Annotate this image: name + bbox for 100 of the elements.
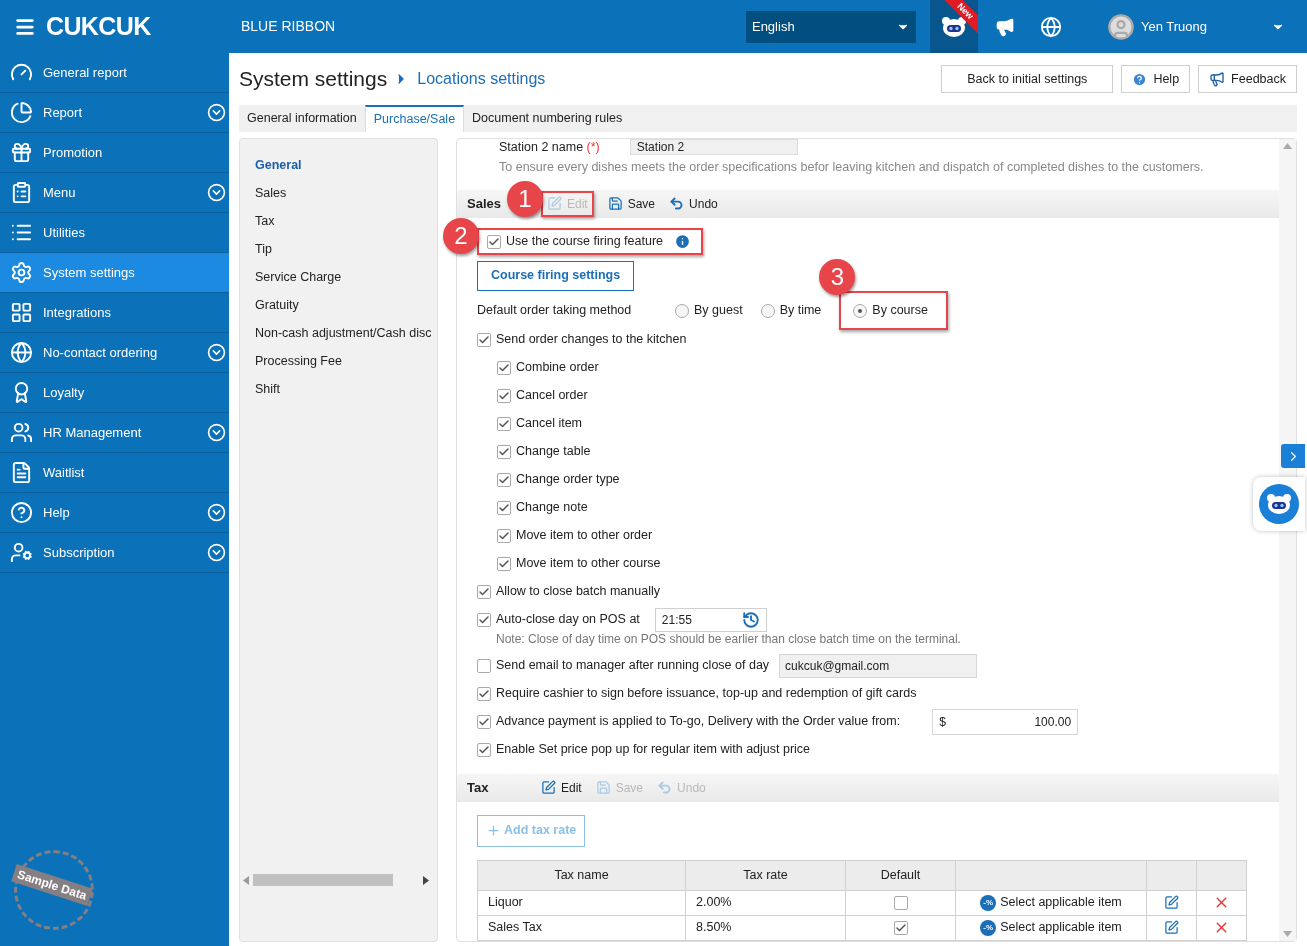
option-label: Move item to other course: [516, 555, 661, 573]
checkbox[interactable]: [497, 500, 511, 515]
scrollbar-thumb[interactable]: [253, 874, 393, 886]
course-firing-settings-button[interactable]: Course firing settings: [477, 260, 635, 291]
checkbox[interactable]: [497, 360, 511, 375]
checkbox[interactable]: [497, 416, 511, 431]
column-header: Tax name: [477, 860, 686, 891]
restaurant-name: BLUE RIBBON: [241, 17, 336, 36]
tab[interactable]: Purchase/Sale: [364, 105, 465, 132]
sidebar-item[interactable]: HR Management: [0, 413, 229, 453]
amount-field[interactable]: $ 100.00: [932, 708, 1079, 735]
page-title: System settings: [239, 66, 388, 93]
plus-icon: [486, 823, 501, 839]
sidebar-item[interactable]: Subscription: [0, 533, 229, 573]
expand-icon[interactable]: [207, 543, 226, 562]
sidebar-item[interactable]: Report: [0, 93, 229, 133]
undo-icon: [669, 196, 685, 212]
radio-label: By time: [779, 302, 822, 320]
tab[interactable]: General information: [239, 105, 365, 132]
header-button[interactable]: Feedback: [1198, 65, 1297, 93]
breadcrumb-link[interactable]: Locations settings: [417, 67, 546, 91]
logo: CUKCUK: [46, 10, 151, 42]
table-cell: Liquor: [477, 890, 686, 916]
assistant-button[interactable]: [1253, 477, 1305, 531]
checkbox[interactable]: [477, 612, 491, 627]
sidebar-item[interactable]: General report: [0, 53, 229, 93]
expand-panel-tab[interactable]: [1281, 444, 1305, 468]
checkbox[interactable]: [497, 444, 511, 459]
checkbox[interactable]: [893, 920, 908, 935]
help-icon: [1132, 71, 1148, 87]
tab[interactable]: Document numbering rules: [464, 105, 631, 132]
edit-icon[interactable]: [1164, 920, 1179, 936]
station-name-field[interactable]: Station 2: [629, 139, 798, 155]
checkbox[interactable]: [477, 332, 491, 347]
toolbar-button[interactable]: Save: [607, 194, 656, 213]
expand-icon[interactable]: [207, 503, 226, 522]
settings-nav-item[interactable]: Gratuity: [255, 291, 437, 319]
clock-icon: [741, 610, 760, 629]
checkbox[interactable]: [477, 658, 491, 673]
checkbox[interactable]: [477, 714, 491, 729]
settings-nav-item[interactable]: Tip: [255, 235, 437, 263]
menu-item-icon: [10, 341, 33, 364]
settings-nav-item[interactable]: Shift: [255, 375, 437, 403]
checkbox[interactable]: [497, 388, 511, 403]
option-label: Advance payment is applied to To-go, Delivery with the Order value from:: [496, 713, 901, 731]
radio-button[interactable]: [853, 303, 868, 318]
expand-icon[interactable]: [207, 103, 226, 122]
globe-icon[interactable]: [1039, 15, 1062, 38]
checkbox[interactable]: [497, 472, 511, 487]
radio-button[interactable]: [760, 303, 775, 318]
settings-nav-item[interactable]: Service Charge: [255, 263, 437, 291]
sidebar-item[interactable]: Promotion: [0, 133, 229, 173]
time-field[interactable]: 21:55: [654, 607, 767, 632]
edit-icon[interactable]: [1164, 895, 1179, 911]
robot-icon: [1266, 493, 1292, 515]
select-items-link[interactable]: Select applicable item: [1000, 918, 1122, 938]
settings-nav-item[interactable]: Tax: [255, 207, 437, 235]
column-header: Default: [845, 860, 956, 891]
settings-nav-item[interactable]: Non-cash adjustment/Cash disc: [255, 319, 437, 347]
checkbox[interactable]: [893, 895, 908, 910]
option-label: Default order taking method: [477, 302, 633, 320]
sidebar-item[interactable]: Loyalty: [0, 373, 229, 413]
sidebar-item[interactable]: System settings: [0, 253, 229, 293]
header-button[interactable]: Help: [1121, 65, 1191, 93]
menu-item-icon: [10, 181, 33, 204]
option-label: Send email to manager after running close of day: [496, 657, 770, 675]
header-button[interactable]: Back to initial settings: [941, 65, 1114, 93]
user-name[interactable]: Yen Truong: [1140, 16, 1207, 37]
avatar-icon[interactable]: [1106, 12, 1135, 41]
settings-nav-item[interactable]: General: [255, 151, 437, 179]
settings-nav-item[interactable]: Sales: [255, 179, 437, 207]
checkbox[interactable]: [477, 584, 491, 599]
settings-nav-item[interactable]: Processing Fee: [255, 347, 437, 375]
step-marker: 1: [507, 180, 543, 217]
option-label: Auto-close day on POS at: [496, 611, 640, 629]
toolbar-button[interactable]: Edit: [541, 778, 582, 797]
checkbox[interactable]: [497, 556, 511, 571]
toolbar-button[interactable]: Undo: [669, 194, 718, 213]
expand-icon[interactable]: [207, 183, 226, 202]
option-label: Cancel order: [516, 387, 588, 405]
step-marker: 3: [819, 259, 856, 296]
sidebar-item[interactable]: Help: [0, 493, 229, 533]
expand-icon[interactable]: [207, 343, 226, 362]
sidebar-item[interactable]: Menu: [0, 173, 229, 213]
radio-button[interactable]: [675, 303, 689, 318]
expand-icon[interactable]: [207, 423, 226, 442]
checkbox[interactable]: [477, 686, 491, 701]
scroll-right-icon[interactable]: [423, 875, 429, 885]
checkbox[interactable]: [497, 528, 511, 543]
sidebar-item[interactable]: Integrations: [0, 293, 229, 333]
discount-badge: -%: [980, 919, 997, 936]
email-field[interactable]: cukcuk@gmail.com: [779, 653, 978, 678]
checkbox[interactable]: [487, 234, 501, 249]
language-select[interactable]: English: [745, 10, 916, 43]
sidebar-item[interactable]: No-contact ordering: [0, 333, 229, 373]
sidebar-item[interactable]: Waitlist: [0, 453, 229, 493]
option-label: Change order type: [516, 471, 620, 489]
checkbox[interactable]: [477, 742, 491, 757]
megaphone-icon[interactable]: [994, 16, 1015, 37]
select-items-link[interactable]: Select applicable item: [1000, 893, 1122, 913]
